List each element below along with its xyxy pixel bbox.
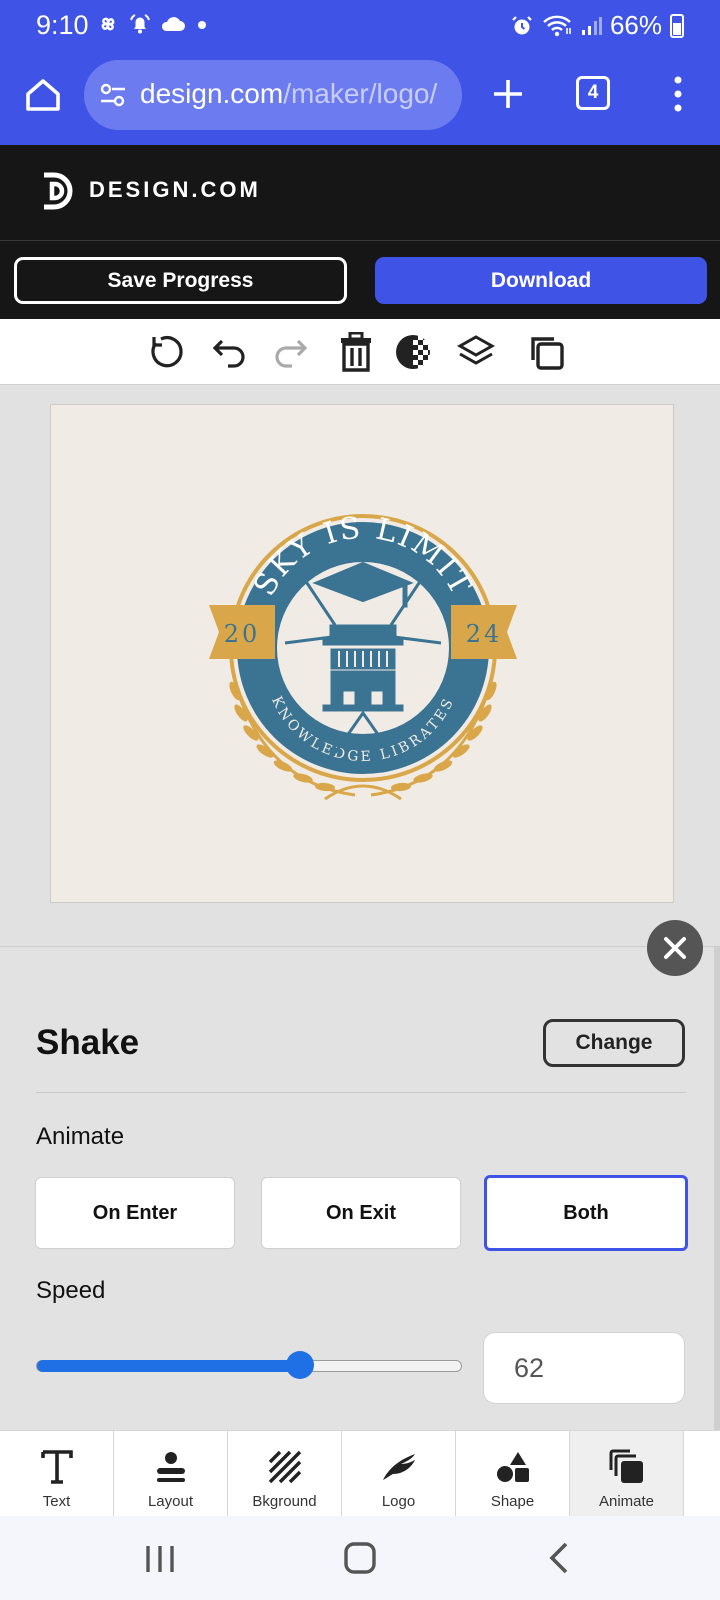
system-nav-bar [0,1516,720,1600]
speed-slider-handle[interactable] [286,1351,314,1379]
new-tab-icon[interactable] [488,74,528,114]
year-right: 24 [466,620,503,648]
on-exit-option[interactable]: On Exit [261,1177,461,1249]
alarm-bell-icon [130,14,150,34]
divider [36,1092,686,1093]
animation-panel: Shake Change Animate On Enter On Exit Bo… [0,946,720,1431]
on-enter-option[interactable]: On Enter [35,1177,235,1249]
both-option[interactable]: Both [484,1175,688,1251]
speed-slider-fill [37,1360,301,1372]
browser-toolbar: design.com/maker/logo/ 4 [0,52,720,145]
url-host: design.com [140,78,284,109]
tab-switcher-button[interactable]: 4 [576,76,610,110]
battery-percent: 66% [609,10,662,40]
tab-label: Logo [381,1493,416,1510]
app-header: DESIGN.COM [0,145,720,241]
animate-icon [607,1447,647,1487]
editor-toolbar [0,319,720,385]
speed-slider-track[interactable] [36,1360,462,1372]
bottom-tab-bar: Text Layout Bkground Logo Shape Animate [0,1430,720,1517]
background-icon [265,1447,305,1487]
url-bar[interactable]: design.com/maker/logo/ [84,60,462,130]
animate-label: Animate [36,1123,125,1150]
tab-shape[interactable]: Shape [456,1431,570,1517]
logo-emblem[interactable]: SKY IS LIMIT KNOWLEDGE LIBRATES 20 24 [205,493,521,809]
tab-layout[interactable]: Layout [114,1431,228,1517]
back-nav-icon[interactable] [540,1538,580,1578]
site-settings-icon[interactable] [98,80,128,110]
canvas-area: SKY IS LIMIT KNOWLEDGE LIBRATES 20 24 [0,385,720,945]
brand-name[interactable]: DESIGN.COM [89,177,261,203]
home-icon[interactable] [22,74,64,116]
design-canvas[interactable]: SKY IS LIMIT KNOWLEDGE LIBRATES 20 24 [50,404,674,903]
tab-label: Layout [147,1493,194,1510]
save-progress-button[interactable]: Save Progress [14,257,347,304]
change-effect-button[interactable]: Change [543,1019,685,1067]
close-panel-button[interactable] [647,920,703,976]
layout-icon [151,1447,191,1487]
cloud-icon [161,17,185,31]
shape-icon [493,1447,533,1487]
pinwheel-icon [101,17,115,31]
status-time: 9:10 [36,10,89,40]
status-left-icons [96,12,210,36]
tab-label: Shape [490,1493,535,1510]
battery-icon [670,13,684,38]
close-icon [664,937,686,959]
status-bar: 9:10 66% [0,0,720,52]
undo-icon[interactable] [208,331,250,373]
delete-icon[interactable] [335,331,377,373]
layers-icon[interactable] [455,331,497,373]
year-left: 20 [224,620,261,648]
text-icon [37,1447,77,1487]
tab-background[interactable]: Bkground [228,1431,342,1517]
recent-apps-icon[interactable] [140,1538,180,1578]
tab-label: Text [42,1493,71,1510]
tab-animate[interactable]: Animate [570,1431,684,1517]
browser-menu-icon[interactable] [666,72,690,116]
download-button[interactable]: Download [375,257,707,304]
home-nav-icon[interactable] [340,1538,380,1578]
duplicate-icon[interactable] [525,331,567,373]
redo-icon[interactable] [270,331,312,373]
logo-icon [379,1447,419,1487]
status-right: 66% [510,10,684,41]
url-path: /maker/logo/ [283,78,438,109]
effect-title: Shake [36,1023,140,1062]
speed-input[interactable]: 62 [483,1332,685,1404]
signal-icon [581,16,602,35]
alarm-clock-icon [512,15,532,34]
url-text: design.com/maker/logo/ [140,78,437,110]
action-row: Save Progress Download [0,241,720,319]
design-logo-icon[interactable] [40,171,76,211]
tab-label: Animate [598,1493,655,1510]
tab-text[interactable]: Text [0,1431,114,1517]
dot-icon [198,21,206,29]
transparency-icon[interactable] [392,331,434,373]
speed-label: Speed [36,1277,106,1304]
reset-icon[interactable] [146,331,188,373]
tab-logo[interactable]: Logo [342,1431,456,1517]
tab-label: Bkground [252,1493,317,1510]
panel-scrollbar[interactable] [714,947,720,1431]
wifi-icon [543,15,571,36]
